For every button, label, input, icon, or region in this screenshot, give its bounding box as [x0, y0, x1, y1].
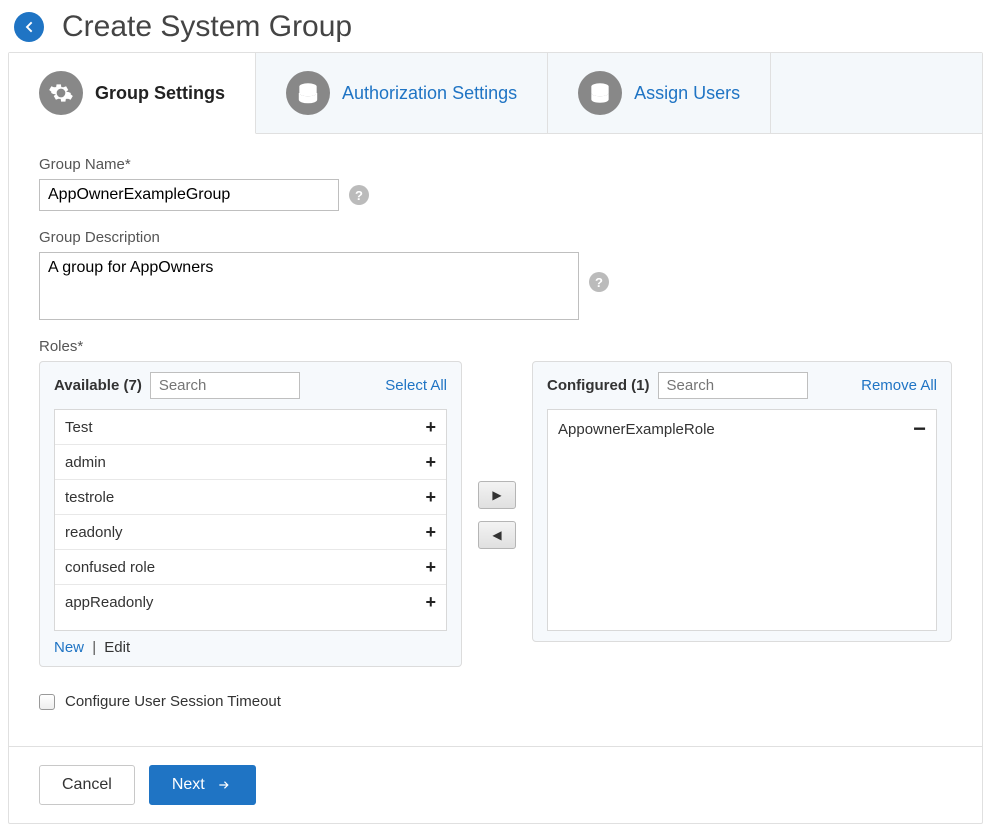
gear-icon	[39, 71, 83, 115]
list-item[interactable]: confused role +	[55, 550, 446, 585]
tab-authorization-settings[interactable]: Authorization Settings	[256, 53, 548, 133]
list-item[interactable]: admin +	[55, 445, 446, 480]
role-name: AppownerExampleRole	[558, 421, 715, 438]
minus-icon[interactable]: −	[913, 418, 926, 440]
list-item[interactable]: Test +	[55, 410, 446, 445]
available-title: Available (7)	[54, 377, 142, 394]
tab-label: Group Settings	[95, 83, 225, 104]
arrow-right-icon	[215, 778, 233, 792]
plus-icon[interactable]: +	[425, 453, 436, 471]
help-icon[interactable]: ?	[349, 185, 369, 205]
list-item[interactable]: AppownerExampleRole −	[548, 410, 936, 448]
database-icon	[286, 71, 330, 115]
configured-title: Configured (1)	[547, 377, 650, 394]
move-left-button[interactable]: ◀	[478, 521, 516, 549]
remove-all-link[interactable]: Remove All	[861, 377, 937, 394]
plus-icon[interactable]: +	[425, 488, 436, 506]
cancel-button[interactable]: Cancel	[39, 765, 135, 805]
configured-roles-panel: Configured (1) Remove All AppownerExampl…	[532, 361, 952, 642]
arrow-left-icon	[21, 19, 37, 35]
role-name: testrole	[65, 489, 114, 506]
group-name-input[interactable]	[39, 179, 339, 211]
new-role-link[interactable]: New	[54, 639, 84, 656]
tab-label: Authorization Settings	[342, 83, 517, 104]
group-description-label: Group Description	[39, 229, 952, 246]
role-name: admin	[65, 454, 106, 471]
page-title: Create System Group	[62, 10, 352, 44]
session-timeout-checkbox[interactable]	[39, 694, 55, 710]
available-listbox[interactable]: Test+admin+testrole+readonly+confused ro…	[54, 409, 447, 631]
plus-icon[interactable]: +	[425, 418, 436, 436]
tab-group-settings[interactable]: Group Settings	[9, 53, 256, 134]
group-name-label: Group Name*	[39, 156, 952, 173]
triangle-left-icon: ◀	[492, 528, 501, 542]
select-all-link[interactable]: Select All	[385, 377, 447, 394]
plus-icon[interactable]: +	[425, 558, 436, 576]
help-icon[interactable]: ?	[589, 272, 609, 292]
back-button[interactable]	[14, 12, 44, 42]
role-name: Test	[65, 419, 93, 436]
available-roles-panel: Available (7) Select All Test+admin+test…	[39, 361, 462, 667]
tab-label: Assign Users	[634, 83, 740, 104]
move-right-button[interactable]: ▶	[478, 481, 516, 509]
list-item[interactable]: appReadonly +	[55, 585, 446, 619]
available-search-input[interactable]	[150, 372, 300, 399]
group-description-input[interactable]	[39, 252, 579, 320]
tabs: Group Settings Authorization Settings As…	[9, 53, 982, 134]
database-icon	[578, 71, 622, 115]
list-item[interactable]: readonly +	[55, 515, 446, 550]
triangle-right-icon: ▶	[492, 488, 501, 502]
plus-icon[interactable]: +	[425, 523, 436, 541]
tab-assign-users[interactable]: Assign Users	[548, 53, 771, 133]
session-timeout-label: Configure User Session Timeout	[65, 693, 281, 710]
role-name: appReadonly	[65, 594, 153, 611]
configured-search-input[interactable]	[658, 372, 808, 399]
next-button[interactable]: Next	[149, 765, 256, 805]
configured-listbox[interactable]: AppownerExampleRole −	[547, 409, 937, 631]
role-name: readonly	[65, 524, 123, 541]
roles-label: Roles*	[39, 338, 952, 355]
edit-role-link[interactable]: Edit	[104, 639, 130, 656]
plus-icon[interactable]: +	[425, 593, 436, 611]
role-name: confused role	[65, 559, 155, 576]
list-item[interactable]: testrole +	[55, 480, 446, 515]
